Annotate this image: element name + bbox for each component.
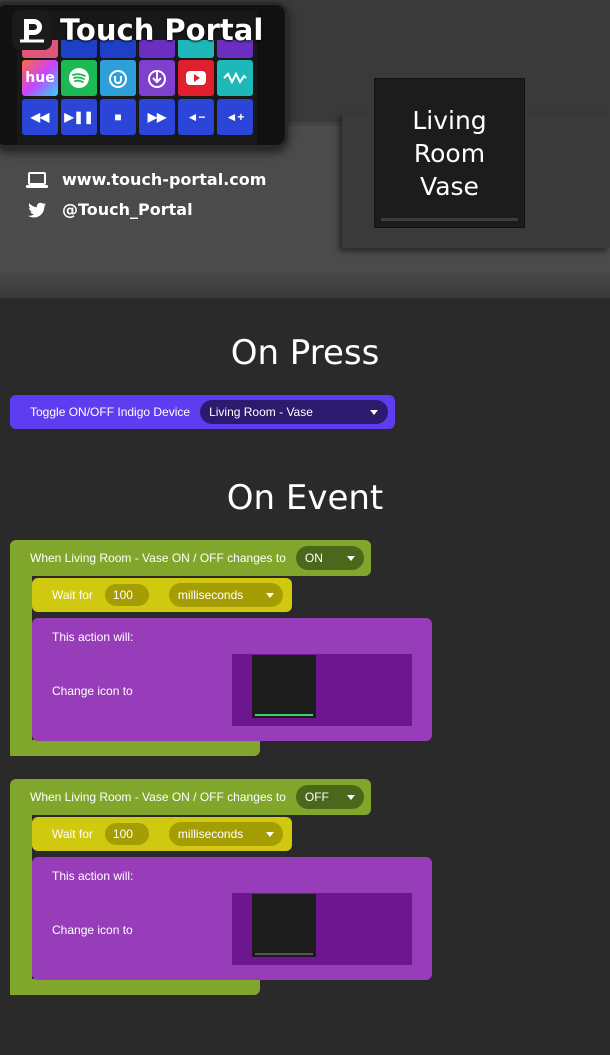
u-app-icon [100,60,136,96]
wait-amount-input[interactable]: 100 [104,823,149,845]
spotify-icon [61,60,97,96]
fast-forward-icon: ▶▶ [139,99,175,135]
twitter-row[interactable]: @Touch_Portal [26,200,193,219]
button-preview[interactable]: Living Room Vase [374,78,525,228]
touch-portal-logo-icon [12,10,52,50]
phone-tile-grid: hue ◀◀ ▶❚❚ ■ ▶▶ ◄− ◄+ [22,60,253,135]
change-icon-label: Change icon to [52,923,133,937]
action-will-label: This action will: [52,630,134,644]
event-condition-label: When Living Room - Vase ON / OFF changes… [30,790,286,804]
icon-status-bar [255,714,313,716]
wait-label: Wait for [52,588,93,602]
volume-down-icon: ◄− [178,99,214,135]
rebel-icon [139,60,175,96]
on-press-action-block[interactable]: Toggle ON/OFF Indigo Device Living Room … [10,395,395,429]
on-event-title: On Event [226,478,384,518]
wait-unit-select[interactable]: milliseconds [168,583,283,607]
wait-block[interactable]: Wait for 100 milliseconds [32,578,292,612]
wait-unit-value: milliseconds [177,827,244,841]
stop-icon: ■ [100,99,136,135]
twitter-handle[interactable]: @Touch_Portal [62,200,193,219]
change-icon-label: Change icon to [52,684,133,698]
state-select-value: OFF [304,790,329,804]
wait-unit-select[interactable]: milliseconds [168,822,283,846]
chevron-down-icon [265,592,274,598]
icon-well[interactable] [232,654,412,726]
device-select[interactable]: Living Room - Vase [200,400,389,424]
website-link[interactable]: www.touch-portal.com [62,170,266,189]
state-select[interactable]: OFF [295,785,364,809]
chevron-down-icon [265,831,274,837]
youtube-icon [178,60,214,96]
chevron-down-icon [346,555,355,561]
state-select[interactable]: ON [295,546,364,570]
play-pause-icon: ▶❚❚ [61,99,97,135]
twitter-icon [26,201,48,219]
chevron-down-icon [346,794,355,800]
wave-icon [217,60,253,96]
state-select-value: ON [304,551,323,565]
icon-preview[interactable] [252,894,316,957]
device-select-value: Living Room - Vase [209,405,313,419]
icon-status-bar [255,953,313,955]
action-will-label: This action will: [52,869,134,883]
button-preview-label: Living Room Vase [412,105,487,201]
event-condition-block[interactable]: When Living Room - Vase ON / OFF changes… [10,540,371,576]
on-press-title: On Press [230,333,380,373]
event-condition-label: When Living Room - Vase ON / OFF changes… [30,551,286,565]
rewind-icon: ◀◀ [22,99,58,135]
change-icon-action-block[interactable]: This action will: Change icon to [32,857,432,980]
wait-amount-input[interactable]: 100 [104,584,149,606]
wait-unit-value: milliseconds [177,588,244,602]
chevron-down-icon [370,409,379,415]
wait-block[interactable]: Wait for 100 milliseconds [32,817,292,851]
change-icon-action-block[interactable]: This action will: Change icon to [32,618,432,741]
brand: Touch Portal [12,10,263,50]
press-action-label: Toggle ON/OFF Indigo Device [30,405,191,419]
event-block: When Living Room - Vase ON / OFF changes… [10,779,432,995]
brand-name: Touch Portal [60,13,264,47]
icon-well[interactable] [232,893,412,965]
laptop-icon [26,171,48,189]
event-block: When Living Room - Vase ON / OFF changes… [10,540,432,756]
wait-label: Wait for [52,827,93,841]
icon-preview[interactable] [252,655,316,718]
volume-up-icon: ◄+ [217,99,253,135]
hue-icon: hue [22,60,58,96]
website-row[interactable]: www.touch-portal.com [26,170,266,189]
header-banner: hue ◀◀ ▶❚❚ ■ ▶▶ ◄− ◄+ Touch Portal www.t… [0,0,610,298]
event-condition-block[interactable]: When Living Room - Vase ON / OFF changes… [10,779,371,815]
